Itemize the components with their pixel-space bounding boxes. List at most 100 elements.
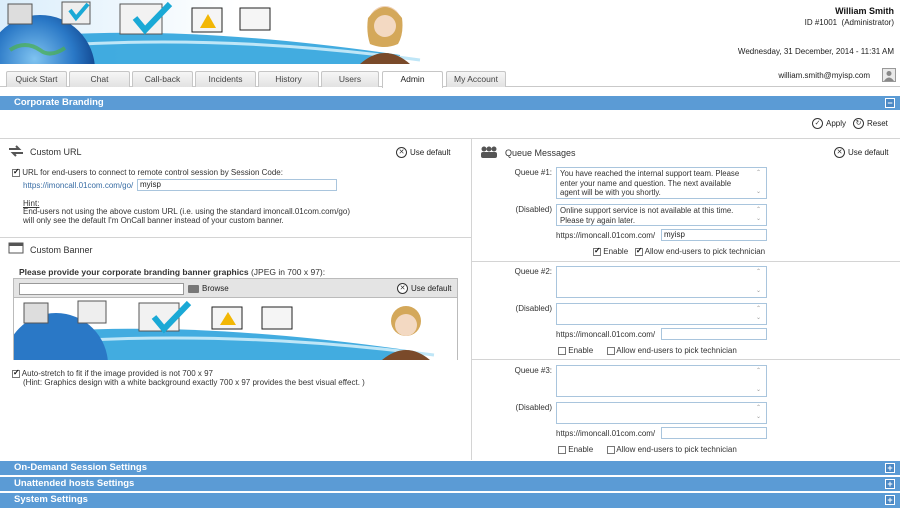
use-default-label: Use default xyxy=(411,284,452,293)
section-title: On-Demand Session Settings xyxy=(14,462,148,473)
reset-icon: ↻ xyxy=(853,118,864,129)
scrollbar[interactable] xyxy=(755,268,765,296)
divider xyxy=(472,359,900,360)
banner-file-input[interactable] xyxy=(19,283,184,295)
banner-preview-image xyxy=(14,299,457,360)
queue-2-disabled-label: (Disabled) xyxy=(515,304,552,313)
queue-1-pick-checkbox[interactable] xyxy=(634,246,643,256)
autostretch-checkbox[interactable] xyxy=(12,368,20,378)
corporate-branding-bar[interactable]: Corporate Branding − xyxy=(0,96,900,110)
unattended-hosts-settings-bar[interactable]: Unattended hosts Settings + xyxy=(0,477,900,491)
queue-1-disabled-message: Online support service is not available … xyxy=(560,206,734,225)
header-banner xyxy=(0,0,430,64)
section-title: System Settings xyxy=(14,494,88,505)
banner-icon xyxy=(8,242,24,254)
banner-prompt-note: (JPEG in 700 x 97): xyxy=(250,267,326,277)
queue-2-message-textarea[interactable] xyxy=(556,266,767,298)
tab-call-back[interactable]: Call-back xyxy=(132,71,193,87)
minus-icon[interactable]: − xyxy=(885,98,895,108)
browse-button[interactable]: Browse xyxy=(188,284,229,293)
queue-messages-title: Queue Messages xyxy=(505,148,576,158)
custom-url-checkbox-label: URL for end-users to connect to remote c… xyxy=(22,168,283,177)
queue-2-url-prefix: https://imoncall.01com.com/ xyxy=(556,330,656,339)
tab-incidents[interactable]: Incidents xyxy=(195,71,256,87)
apply-button[interactable]: ✓ Apply xyxy=(812,118,846,129)
close-icon: ✕ xyxy=(396,147,407,158)
divider xyxy=(0,237,471,238)
user-icon xyxy=(884,71,894,81)
queue-use-default-button[interactable]: ✕ Use default xyxy=(834,147,888,158)
swap-arrows-icon xyxy=(9,145,23,157)
queue-3-pick-checkbox[interactable] xyxy=(606,445,615,454)
user-name: William Smith xyxy=(835,6,894,16)
queue-2-enable-checkbox[interactable] xyxy=(558,346,566,355)
custom-url-use-default-button[interactable]: ✕ Use default xyxy=(396,147,450,158)
custom-url-checkbox-row: URL for end-users to connect to remote c… xyxy=(12,167,283,177)
scrollbar[interactable] xyxy=(755,169,765,197)
scrollbar[interactable] xyxy=(755,305,765,323)
scrollbar[interactable] xyxy=(755,404,765,422)
queue-3-disabled-textarea[interactable] xyxy=(556,402,767,424)
queue-3-message-textarea[interactable] xyxy=(556,365,767,397)
system-settings-bar[interactable]: System Settings + xyxy=(0,493,900,508)
banner-upload-panel: Browse ✕ Use default xyxy=(13,278,458,360)
custom-url-prefix: https://imoncall.01com.com/go/ xyxy=(23,181,134,190)
autostretch-hint: (Hint: Graphics design with a white back… xyxy=(23,378,365,387)
tab-quick-start[interactable]: Quick Start xyxy=(6,71,67,87)
queue-2-url-input[interactable] xyxy=(661,328,767,340)
main-tabs: Quick Start Chat Call-back Incidents His… xyxy=(0,67,900,88)
custom-banner-title: Custom Banner xyxy=(30,245,93,255)
autostretch-row: Auto-stretch to fit if the image provide… xyxy=(12,368,213,378)
plus-icon[interactable]: + xyxy=(885,495,895,505)
pick-technician-label: Allow end-users to pick technician xyxy=(616,346,737,355)
tab-history[interactable]: History xyxy=(258,71,319,87)
scrollbar[interactable] xyxy=(755,367,765,395)
plus-icon[interactable]: + xyxy=(885,479,895,489)
tab-users[interactable]: Users xyxy=(321,71,379,87)
queue-3-enable-checkbox[interactable] xyxy=(558,445,566,454)
reset-button[interactable]: ↻ Reset xyxy=(853,118,888,129)
queue-2-disabled-textarea[interactable] xyxy=(556,303,767,325)
use-default-label: Use default xyxy=(410,148,451,157)
queue-1-disabled-textarea[interactable]: Online support service is not available … xyxy=(556,204,767,226)
tab-chat[interactable]: Chat xyxy=(69,71,130,87)
custom-url-checkbox[interactable] xyxy=(12,167,20,177)
column-divider xyxy=(471,138,472,460)
queue-3-url-input[interactable] xyxy=(661,427,767,439)
user-role: (Administrator) xyxy=(841,18,894,27)
custom-url-input[interactable]: myisp xyxy=(137,179,337,191)
queue-2-label: Queue #2: xyxy=(514,267,552,276)
apply-label: Apply xyxy=(826,119,847,128)
banner-graphic xyxy=(0,1,421,64)
pick-technician-label: Allow end-users to pick technician xyxy=(644,247,766,256)
current-datetime: Wednesday, 31 December, 2014 - 11:31 AM xyxy=(737,47,894,56)
browse-label: Browse xyxy=(202,284,229,293)
queue-1-message-textarea[interactable]: You have reached the internal support te… xyxy=(556,167,767,199)
tab-admin[interactable]: Admin xyxy=(382,71,443,88)
close-icon: ✕ xyxy=(397,283,408,294)
divider xyxy=(0,138,900,139)
scrollbar[interactable] xyxy=(755,206,765,224)
queue-1-disabled-label: (Disabled) xyxy=(515,205,552,214)
tab-my-account[interactable]: My Account xyxy=(446,71,506,87)
queue-1-enable-checkbox[interactable] xyxy=(593,246,601,256)
user-id: ID #1001 xyxy=(804,18,838,27)
queue-2-pick-checkbox[interactable] xyxy=(606,346,615,355)
hint-line-1: End-users not using the above custom URL… xyxy=(23,207,350,216)
user-id-role: ID #1001 (Administrator) xyxy=(805,18,894,27)
queue-3-url-prefix: https://imoncall.01com.com/ xyxy=(556,429,656,438)
enable-label: Enable xyxy=(568,346,594,355)
avatar[interactable] xyxy=(882,68,896,82)
section-title: Unattended hosts Settings xyxy=(14,478,135,489)
queue-1-url-input[interactable]: myisp xyxy=(661,229,767,241)
queue-1-label: Queue #1: xyxy=(514,168,552,177)
banner-use-default-button[interactable]: ✕ Use default xyxy=(397,283,451,294)
queue-3-label: Queue #3: xyxy=(514,366,552,375)
custom-url-title: Custom URL xyxy=(30,147,82,157)
pick-technician-label: Allow end-users to pick technician xyxy=(616,445,737,454)
queue-1-url-prefix: https://imoncall.01com.com/ xyxy=(556,231,656,240)
check-icon: ✓ xyxy=(812,118,823,129)
queue-1-options: Enable Allow end-users to pick technicia… xyxy=(593,246,766,256)
on-demand-session-settings-bar[interactable]: On-Demand Session Settings + xyxy=(0,461,900,475)
plus-icon[interactable]: + xyxy=(885,463,895,473)
